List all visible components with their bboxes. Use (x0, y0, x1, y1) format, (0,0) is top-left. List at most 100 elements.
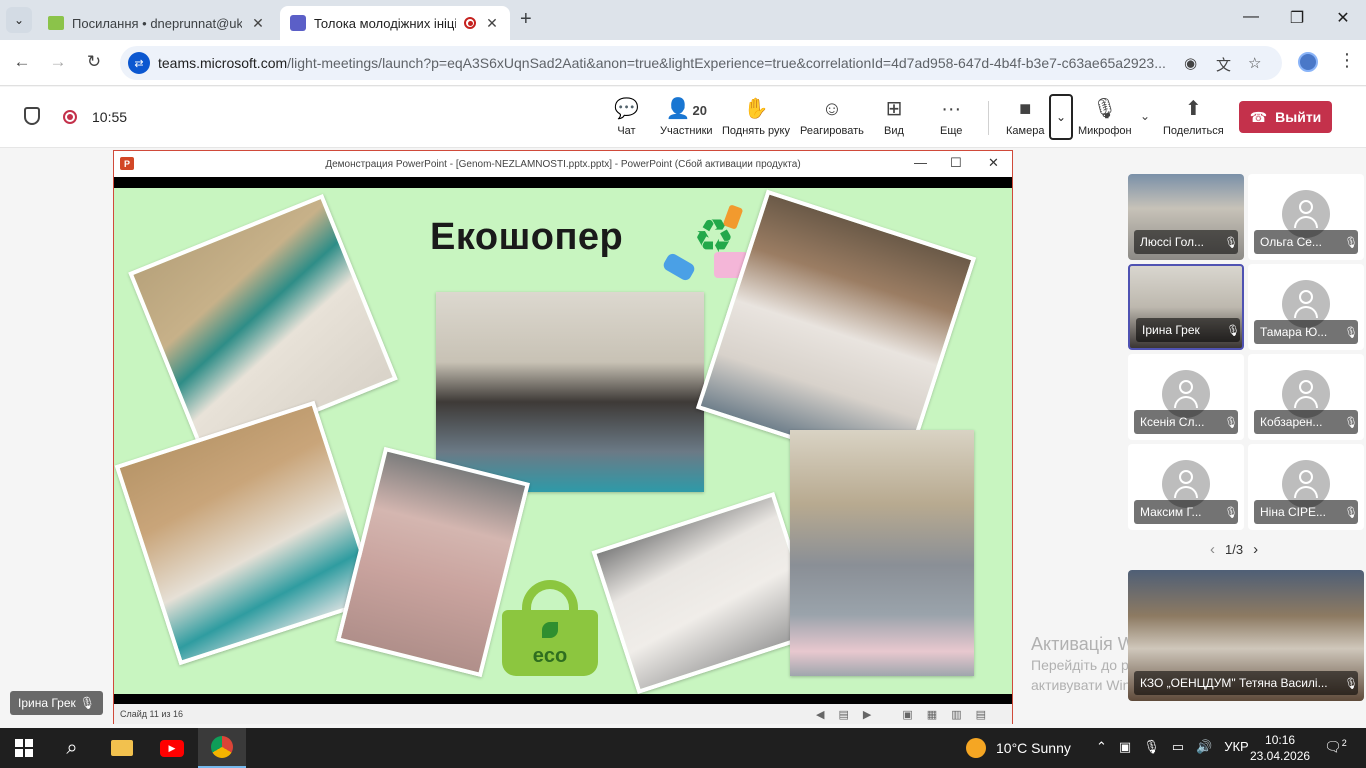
mic-muted-icon: 🎙 (1344, 236, 1358, 249)
browser-menu-icon[interactable]: ⋮ (1338, 50, 1356, 71)
participant-name: Тамара Ю... (1260, 325, 1328, 339)
search-button[interactable]: ⌕ (48, 728, 96, 768)
shared-screen: P Демонстрация PowerPoint - [Genom-NEZLA… (113, 150, 1013, 724)
profile-avatar[interactable] (1298, 52, 1318, 72)
address-bar[interactable]: ⇄ teams.microsoft.com/light-meetings/lau… (120, 46, 1282, 80)
participant-tile[interactable]: Ольга Се... 🎙 (1248, 174, 1364, 260)
chevron-down-icon: ⌄ (1055, 110, 1067, 124)
share-button[interactable]: ⬆ Поделиться (1163, 97, 1224, 137)
participant-name: Люссі Гол... (1140, 235, 1204, 249)
camera-tray-icon[interactable]: ▣ (1119, 739, 1131, 755)
meeting-timer: 10:55 (92, 109, 128, 125)
smiley-icon: ☺ (821, 98, 843, 120)
sun-icon (966, 738, 986, 758)
more-button[interactable]: ··· Еще (940, 97, 962, 137)
chevron-left-icon[interactable]: ‹ (1210, 541, 1215, 558)
participant-nameplate: Люссі Гол... 🎙 (1134, 230, 1238, 254)
browser-tab-mail[interactable]: Посилання • dneprunnat@ukr. ✕ (38, 6, 276, 40)
mic-on-icon: 🎙 (79, 696, 96, 710)
folder-icon (111, 740, 133, 756)
forward-button[interactable]: → (46, 52, 70, 72)
tab-close-icon[interactable]: ✕ (250, 15, 266, 32)
notification-count: 2 (1341, 738, 1347, 748)
participant-tile-speaking[interactable]: Ірина Грек 🎙 (1128, 264, 1244, 350)
camera-button[interactable]: ■ Камера (1006, 97, 1044, 137)
new-tab-button[interactable]: + (520, 8, 532, 31)
tab-close-icon[interactable]: ✕ (484, 15, 500, 32)
language-indicator[interactable]: УКР (1224, 739, 1249, 755)
mic-muted-icon: 🎙 (1224, 236, 1238, 249)
browser-tab-teams[interactable]: Толока молодіжних ініціат ✕ (280, 6, 510, 40)
weather-widget[interactable]: 10°C Sunny (966, 738, 1071, 758)
participant-name: КЗО „ОЕНЦДУМ" Тетяна Василі... (1140, 676, 1328, 690)
participant-tile[interactable]: Люссі Гол... 🎙 (1128, 174, 1244, 260)
bookmark-star-icon[interactable]: ☆ (1248, 54, 1261, 72)
chrome-button[interactable] (198, 728, 246, 768)
mail-favicon-icon (48, 16, 64, 30)
close-window-button[interactable]: ✕ (1320, 8, 1366, 28)
ellipsis-icon: ··· (941, 98, 962, 120)
chrome-icon (211, 736, 233, 758)
translate-icon[interactable]: 文 (1216, 54, 1231, 75)
participant-tile[interactable]: Ніна СІРЕ... 🎙 (1248, 444, 1364, 530)
pinned-participant-video[interactable]: КЗО „ОЕНЦДУМ" Тетяна Василі... 🎙 (1128, 570, 1364, 701)
participants-button[interactable]: 👤 20 Участники (660, 97, 713, 137)
site-info-icon[interactable]: ⇄ (128, 52, 150, 74)
photo-girl-at-desk (790, 430, 974, 676)
slide-counter: Слайд 11 из 16 (120, 709, 184, 719)
reload-button[interactable]: ↻ (82, 52, 106, 72)
participant-tile[interactable]: Ксенія Сл... 🎙 (1128, 354, 1244, 440)
participant-tile[interactable]: Кобзарен... 🎙 (1248, 354, 1364, 440)
powerpoint-statusbar: Слайд 11 из 16 ◀▤▶ ▣▦▥▤ (114, 704, 1012, 724)
react-button[interactable]: ☺ Реагировать (800, 97, 864, 137)
tab-search-button[interactable]: ⌄ (6, 7, 32, 33)
leave-label: Выйти (1275, 109, 1322, 125)
mic-on-icon: 🎙 (1226, 324, 1240, 337)
notification-icon: 🗨 (1324, 738, 1342, 755)
minimize-button[interactable]: — (1228, 8, 1274, 26)
file-explorer-button[interactable] (98, 728, 146, 768)
participant-tile[interactable]: Тамара Ю... 🎙 (1248, 264, 1364, 350)
participant-nameplate: КЗО „ОЕНЦДУМ" Тетяна Василі... 🎙 (1134, 671, 1358, 695)
teams-favicon-icon (290, 15, 306, 31)
weather-text: 10°C Sunny (996, 740, 1071, 756)
clock-time: 10:16 (1265, 733, 1296, 747)
url-text: teams.microsoft.com/light-meetings/launc… (158, 55, 1168, 71)
raise-hand-button[interactable]: ✋ Поднять руку (722, 97, 790, 137)
people-icon: 👤 20 (665, 98, 707, 120)
camera-options-button[interactable]: ⌄ (1049, 94, 1073, 140)
chat-button[interactable]: 💬 Чат (614, 97, 639, 137)
network-icon[interactable]: ▭ (1172, 739, 1184, 755)
maximize-button[interactable]: ❐ (1274, 8, 1320, 28)
mic-tray-icon[interactable]: 🎙 (1143, 739, 1160, 755)
mic-muted-icon: 🎙 (1344, 677, 1358, 690)
youtube-button[interactable]: ▶ (148, 728, 196, 768)
view-button[interactable]: ⊞ Вид (884, 97, 904, 137)
self-view-label: Ірина Грек 🎙 (10, 691, 104, 715)
hand-icon: ✋ (743, 98, 769, 120)
participant-nameplate: Ніна СІРЕ... 🎙 (1254, 500, 1358, 524)
microphone-options-button[interactable]: ⌄ (1140, 109, 1150, 123)
pp-maximize-icon: ☐ (950, 155, 962, 170)
chevron-up-icon[interactable]: ⌃ (1096, 739, 1107, 755)
powerpoint-window-title: Демонстрация PowerPoint - [Genom-NEZLAMN… (325, 158, 801, 170)
microphone-button[interactable]: 🎙 Микрофон (1078, 97, 1132, 137)
camera-permission-icon[interactable]: ◉ (1184, 54, 1197, 72)
raise-hand-label: Поднять руку (722, 125, 790, 137)
volume-icon[interactable]: 🔊 (1196, 739, 1212, 755)
notifications-button[interactable]: 🗨2 (1324, 738, 1347, 756)
chat-icon: 💬 (614, 98, 639, 120)
back-button[interactable]: ← (10, 52, 34, 72)
participant-tile[interactable]: Максим Г... 🎙 (1128, 444, 1244, 530)
windows-icon (15, 739, 33, 757)
start-button[interactable] (0, 728, 48, 768)
chevron-right-icon[interactable]: › (1253, 541, 1258, 558)
tab-title: Посилання • dneprunnat@ukr. (72, 15, 242, 31)
leave-button[interactable]: ☎ Выйти (1239, 101, 1332, 133)
view-label: Вид (884, 125, 904, 137)
recording-icon (464, 17, 476, 29)
url-path: /light-meetings/launch?p=eqA3S6xUqnSad2A… (287, 55, 1166, 71)
page-indicator: 1/3 (1225, 542, 1244, 557)
participant-name: Кобзарен... (1260, 415, 1323, 429)
clock[interactable]: 10:16 23.04.2026 (1250, 732, 1310, 764)
